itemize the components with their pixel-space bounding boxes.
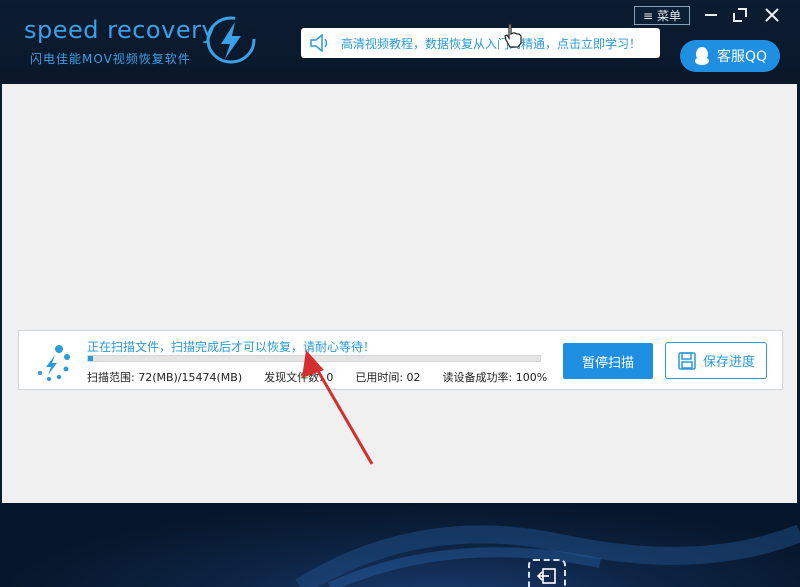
read-success-rate: 读设备成功率: 100% [442,371,548,384]
floppy-disk-icon [678,351,696,370]
close-icon [765,8,779,22]
exit-button[interactable] [528,559,566,587]
app-title: speed recovery [24,16,217,44]
save-progress-label: 保存进度 [702,355,755,370]
scan-progress-bar [87,355,541,362]
scanning-spinner-icon [38,345,70,381]
app-subtitle: 闪电佳能MOV视频恢复软件 [30,52,191,66]
menu-lines-icon: ≡ [642,8,654,23]
scan-progress-fill [88,356,93,361]
pause-scan-button[interactable]: 暂停扫描 [563,343,653,379]
maximize-icon [733,8,747,22]
lightning-logo-icon [206,16,256,64]
tutorial-notice-banner[interactable]: 高清视频教程，数据恢复从入门到精通，点击立即学习！ [301,28,660,58]
hand-cursor-icon [504,23,522,48]
swirl-background [295,524,800,587]
minimize-icon [705,14,717,16]
close-button[interactable] [761,4,783,26]
scan-range: 扫描范围: 72(MB)/15474(MB) [87,371,243,384]
menu-button[interactable]: ≡ 菜单 [634,6,690,25]
found-files-count: 发现文件数: 0 [264,371,334,384]
scan-status-text: 正在扫描文件，扫描完成后才可以恢复，请耐心等待！ [87,340,376,354]
maximize-button[interactable] [729,4,751,26]
speaker-icon [310,34,328,52]
footer-decoration [0,503,800,587]
menu-label: 菜单 [657,9,682,23]
scan-stats: 扫描范围: 72(MB)/15474(MB) 发现文件数: 0 已用时间: 02… [87,369,569,385]
elapsed-time: 已用时间: 02 [355,371,421,384]
scan-progress-card: 正在扫描文件，扫描完成后才可以恢复，请耐心等待！ 扫描范围: 72(MB)/15… [18,330,783,390]
minimize-button[interactable] [700,4,722,26]
qq-penguin-icon [694,47,709,65]
support-qq-label: 客服QQ [716,49,768,65]
title-bar: speed recovery 闪电佳能MOV视频恢复软件 高清视频教程，数据恢复… [0,0,800,84]
notice-text[interactable]: 高清视频教程，数据恢复从入门到精通，点击立即学习！ [341,35,641,52]
save-progress-button[interactable]: 保存进度 [665,342,767,379]
scan-results-panel: 正在扫描文件，扫描完成后才可以恢复，请耐心等待！ 扫描范围: 72(MB)/15… [2,84,797,503]
support-qq-button[interactable]: 客服QQ [680,40,780,72]
exit-icon [537,568,556,584]
